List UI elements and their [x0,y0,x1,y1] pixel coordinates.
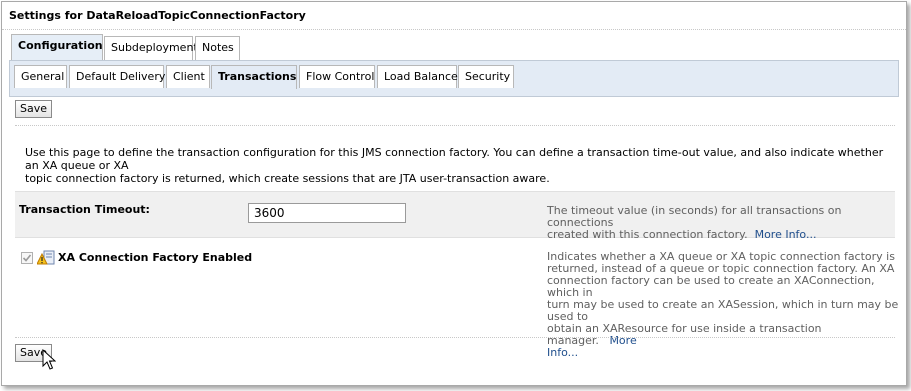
xa-enabled-help: Indicates whether a XA queue or XA topic… [547,251,906,359]
help-line: The timeout value (in seconds) for all t… [547,204,842,229]
help-line: created with this connection factory. [547,228,748,241]
sub-tab-bar: General Default Delivery Client Transact… [9,60,899,97]
transaction-timeout-row: Transaction Timeout: 3600 The timeout va… [15,191,895,241]
checkmark-icon [22,254,32,262]
settings-panel: Settings for DataReloadTopicConnectionFa… [1,1,907,386]
mouse-cursor-icon [42,349,56,370]
tab-subdeployment[interactable]: Subdeployment [104,36,198,60]
save-button-top[interactable]: Save [15,100,53,118]
help-line: turn may be used to create an XASession,… [547,298,899,323]
tab-general[interactable]: General [14,65,67,88]
tab-transactions[interactable]: Transactions [211,65,297,89]
transaction-timeout-label: Transaction Timeout: [19,203,150,216]
tab-security[interactable]: Security [458,65,514,88]
warning-restart-icon [37,250,55,265]
tab-load-balance[interactable]: Load Balance [377,65,458,88]
description-line: topic connection factory is returned, wh… [25,172,550,185]
help-line: obtain an XAResource for use inside a tr… [547,322,822,347]
more-info-link[interactable]: More Info... [755,228,817,241]
xa-enabled-checkbox[interactable] [21,252,33,264]
page-title: Settings for DataReloadTopicConnectionFa… [2,2,906,30]
tab-default-delivery[interactable]: Default Delivery [69,65,165,88]
divider [15,125,895,126]
page-description: Use this page to define the transaction … [25,146,885,185]
tab-flow-control[interactable]: Flow Control [299,65,375,88]
more-info-link-cont[interactable]: Info... [547,346,578,359]
divider [15,337,895,338]
xa-enabled-label: XA Connection Factory Enabled [58,251,253,264]
description-line: Use this page to define the transaction … [25,146,884,172]
more-info-link[interactable]: More [609,334,636,347]
transaction-timeout-input[interactable]: 3600 [248,203,406,223]
transaction-timeout-help: The timeout value (in seconds) for all t… [547,205,895,241]
tab-client[interactable]: Client [166,65,210,88]
tab-configuration[interactable]: Configuration [11,34,103,60]
tab-notes[interactable]: Notes [195,36,240,60]
help-line: connection factory can be used to create… [547,274,875,299]
